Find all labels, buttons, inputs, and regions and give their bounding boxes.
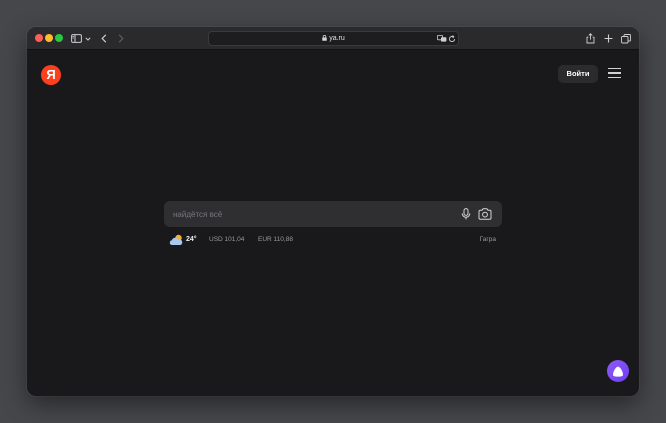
forward-icon[interactable] — [118, 31, 124, 46]
browser-toolbar: ya.ru — [27, 27, 639, 50]
temperature[interactable]: 24° — [186, 236, 197, 243]
lock-icon — [322, 35, 327, 41]
reload-icon[interactable] — [448, 34, 456, 43]
browser-window: ya.ru Я Войти найдётся всё 24° USD 101,0… — [27, 27, 639, 396]
alice-icon — [613, 366, 623, 377]
search-box[interactable] — [164, 201, 502, 227]
back-icon[interactable] — [101, 31, 107, 46]
url-text: ya.ru — [209, 34, 458, 43]
alice-button[interactable] — [607, 360, 629, 382]
usd-rate[interactable]: USD 101,04 — [209, 236, 244, 243]
camera-icon[interactable] — [478, 208, 492, 220]
share-icon[interactable] — [586, 31, 595, 46]
sidebar-icon[interactable] — [71, 31, 82, 46]
login-button[interactable]: Войти — [558, 65, 598, 83]
tabs-overview-icon[interactable] — [621, 31, 631, 46]
url-host: ya.ru — [329, 35, 345, 42]
new-tab-icon[interactable] — [604, 31, 613, 46]
address-bar[interactable]: ya.ru — [208, 31, 459, 46]
zoom-window-button[interactable] — [55, 34, 63, 42]
menu-icon[interactable] — [608, 68, 621, 80]
minimize-window-button[interactable] — [45, 34, 53, 42]
weather-icon[interactable] — [169, 234, 184, 246]
translate-icon[interactable] — [437, 34, 447, 43]
eur-rate[interactable]: EUR 110,88 — [258, 236, 293, 243]
info-row: 24° USD 101,04 EUR 110,88 Гагра — [169, 234, 499, 246]
microphone-icon[interactable] — [461, 208, 471, 220]
yandex-logo[interactable]: Я — [41, 65, 61, 85]
chevron-down-icon[interactable] — [85, 31, 91, 46]
search-input[interactable] — [173, 207, 443, 221]
city-name[interactable]: Гагра — [480, 236, 496, 243]
close-window-button[interactable] — [35, 34, 43, 42]
